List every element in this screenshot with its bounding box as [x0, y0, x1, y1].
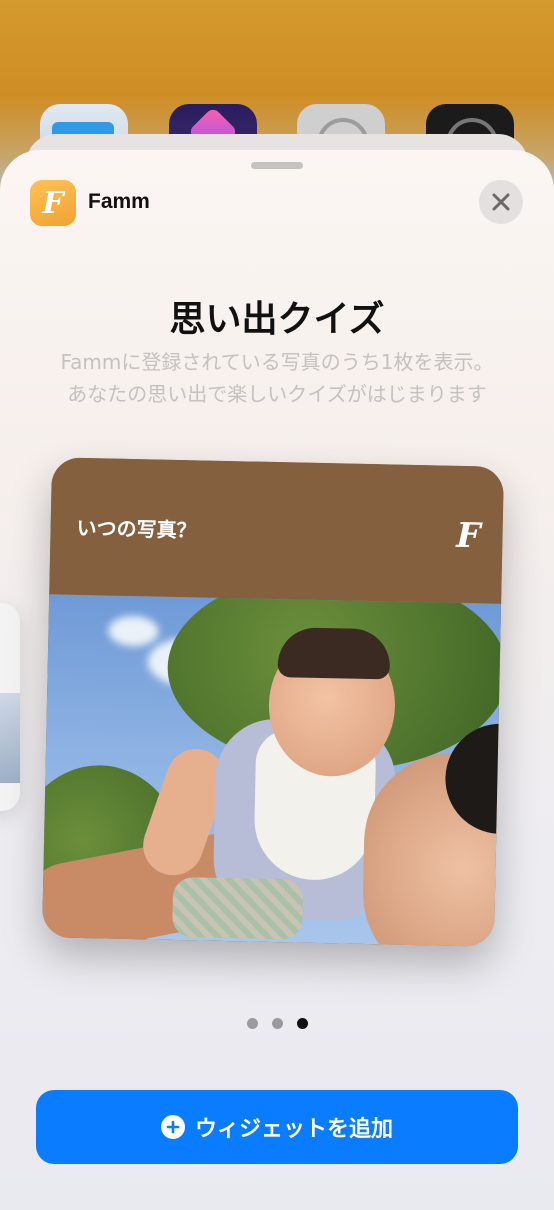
- page-indicator[interactable]: [0, 1018, 554, 1029]
- add-widget-button[interactable]: ウィジェットを追加: [36, 1090, 518, 1164]
- sheet-grabber[interactable]: [251, 162, 303, 169]
- add-widget-label: ウィジェットを追加: [194, 1117, 393, 1142]
- app-icon-letter: F: [42, 185, 64, 221]
- widget-question: いつの写真？: [76, 515, 197, 543]
- app-name: Famm: [88, 190, 150, 213]
- widget-header: いつの写真？ F: [49, 457, 504, 604]
- page-dot-1[interactable]: [246, 1018, 258, 1029]
- widget-photo: [42, 594, 502, 947]
- plus-circle-icon: [160, 1115, 185, 1139]
- widget-title: 思い出クイズ: [169, 299, 385, 340]
- widget-description-line-2: あなたの思い出で楽しいクイズがはじまります: [67, 382, 487, 406]
- page-dot-2[interactable]: [271, 1018, 283, 1029]
- close-button[interactable]: [479, 180, 523, 224]
- previous-widget-preview[interactable]: [0, 603, 20, 811]
- app-icon: F: [30, 180, 76, 226]
- close-icon: [492, 193, 510, 211]
- famm-logo: F: [455, 515, 481, 557]
- widget-description-line-1: Fammに登録されている写真のうち1枚を表示。: [60, 350, 494, 374]
- widget-preview[interactable]: いつの写真？ F: [42, 457, 504, 947]
- widget-gallery-sheet: F Famm 思い出クイズ Fammに登録されている写真のうち1枚を表示。 あな…: [0, 150, 554, 1210]
- page-dot-3[interactable]: [296, 1018, 308, 1029]
